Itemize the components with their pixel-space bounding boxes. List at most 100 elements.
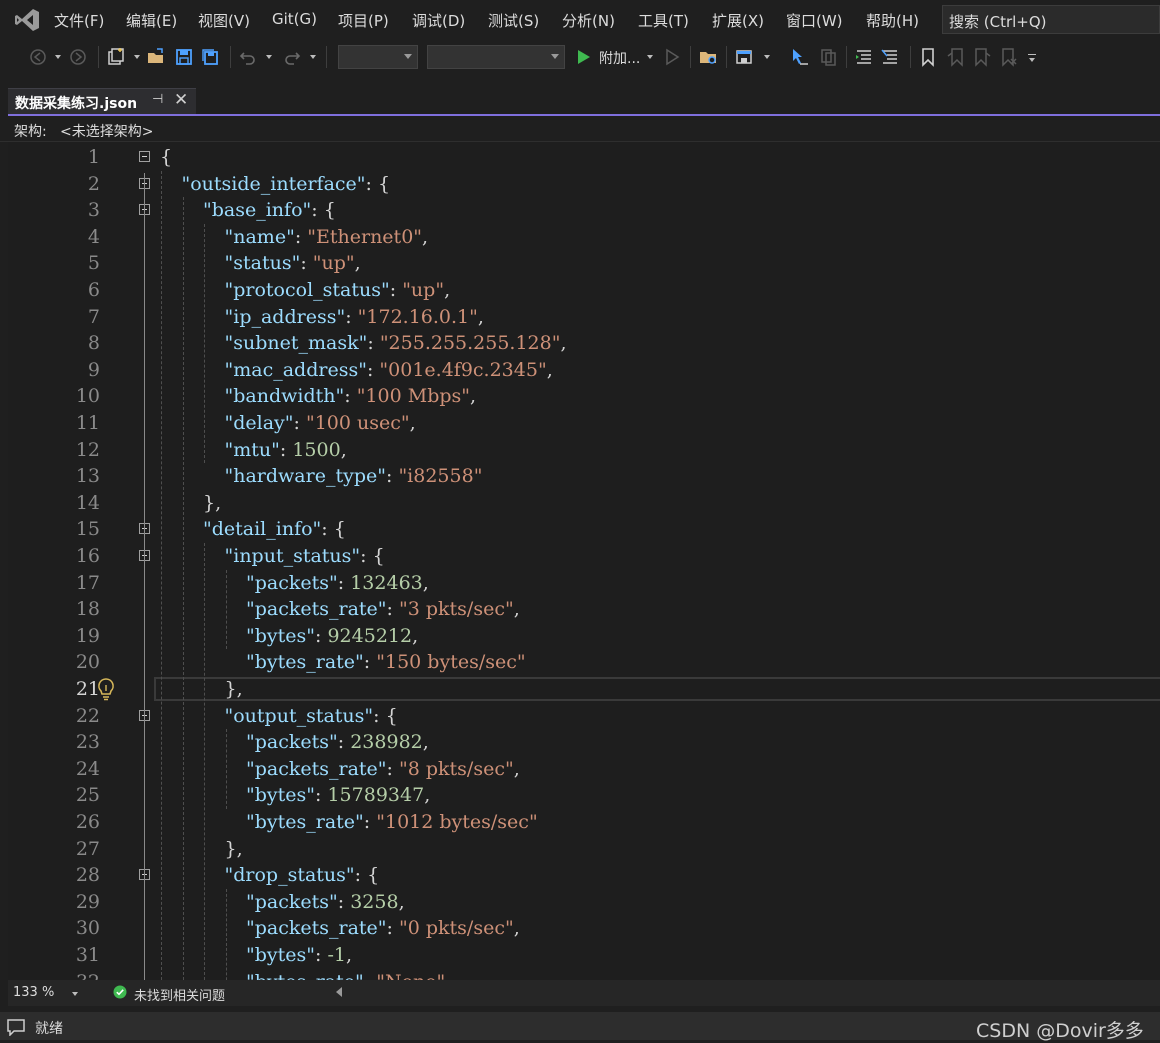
code-text: "delay": "100 usec", [225, 410, 416, 436]
pointer-tool-icon[interactable] [790, 47, 810, 67]
redo-icon[interactable] [282, 47, 302, 67]
attach-dropdown-icon[interactable] [647, 55, 653, 59]
code-line[interactable]: 23 "packets": 238982, [8, 729, 1160, 755]
code-line[interactable]: 27}, [8, 836, 1160, 862]
code-line[interactable]: 7 "ip_address": "172.16.0.1", [8, 304, 1160, 330]
menu-file[interactable]: 文件(F) [54, 10, 104, 31]
menu-extensions[interactable]: 扩展(X) [712, 10, 764, 31]
code-line[interactable]: 32 "bytes_rate": "None" [8, 969, 1160, 980]
uncomment-lines-icon[interactable] [880, 47, 900, 67]
code-line[interactable]: 19 "bytes": 9245212, [8, 623, 1160, 649]
undo-icon[interactable] [238, 47, 258, 67]
pin-icon[interactable]: ⊣ [152, 92, 163, 107]
toolbar-overflow-dropdown-icon[interactable] [1029, 58, 1035, 62]
indent-guide [204, 543, 205, 980]
json-key: "hardware_type" [224, 465, 386, 488]
lightbulb-icon[interactable] [96, 677, 116, 701]
code-line[interactable]: 24 "packets_rate": "8 pkts/sec", [8, 756, 1160, 782]
copy-tool-icon[interactable] [818, 47, 838, 67]
navigate-back-icon[interactable] [28, 47, 48, 67]
solution-platform-select[interactable] [427, 45, 565, 69]
bookmark-icon[interactable] [918, 47, 938, 67]
search-box[interactable]: 搜索 (Ctrl+Q) [942, 5, 1160, 34]
code-text: "packets": 238982, [246, 729, 429, 755]
clear-bookmarks-icon[interactable] [998, 47, 1018, 67]
code-line[interactable]: 10 "bandwidth": "100 Mbps", [8, 383, 1160, 409]
code-line[interactable]: 6 "protocol_status": "up", [8, 277, 1160, 303]
start-debug-icon[interactable] [574, 47, 594, 67]
tab-active-document[interactable]: 数据采集练习.json ⊣ ✕ [8, 88, 196, 114]
folder-browse-icon[interactable] [698, 47, 718, 67]
json-key: "ip_address" [224, 305, 346, 328]
json-number: 238982 [350, 731, 423, 754]
code-line[interactable]: 17 "packets": 132463, [8, 570, 1160, 596]
menu-analyze[interactable]: 分析(N) [562, 10, 615, 31]
code-line[interactable]: 29 "packets": 3258, [8, 889, 1160, 915]
save-all-icon[interactable] [200, 47, 220, 67]
code-editor[interactable]: 1{2 "outside_interface": {3 "base_info": {… [8, 142, 1160, 980]
menu-edit[interactable]: 编辑(E) [126, 10, 177, 31]
schema-select[interactable]: <未选择架构> [60, 121, 153, 141]
code-line[interactable]: 15 "detail_info": { [8, 516, 1160, 542]
previous-bookmark-icon[interactable] [946, 47, 966, 67]
comment-lines-icon[interactable] [854, 47, 874, 67]
menu-project[interactable]: 项目(P) [338, 10, 389, 31]
new-project-dropdown-icon[interactable] [134, 55, 140, 59]
start-without-debug-icon[interactable] [662, 47, 682, 67]
window-layout-dropdown-icon[interactable] [764, 55, 770, 59]
code-line[interactable]: 14}, [8, 490, 1160, 516]
code-line[interactable]: 4 "name": "Ethernet0", [8, 224, 1160, 250]
navigate-back-dropdown-icon[interactable] [55, 55, 61, 59]
code-line[interactable]: 26 "bytes_rate": "1012 bytes/sec" [8, 809, 1160, 835]
code-line[interactable]: 12 "mtu": 1500, [8, 437, 1160, 463]
code-line[interactable]: 20 "bytes_rate": "150 bytes/sec" [8, 649, 1160, 675]
code-line[interactable]: 18 "packets_rate": "3 pkts/sec", [8, 596, 1160, 622]
code-line[interactable]: 8 "subnet_mask": "255.255.255.128", [8, 330, 1160, 356]
code-line[interactable]: 9 "mac_address": "001e.4f9c.2345", [8, 357, 1160, 383]
close-icon[interactable]: ✕ [174, 90, 188, 110]
menu-help[interactable]: 帮助(H) [866, 10, 919, 31]
code-line[interactable]: 2 "outside_interface": { [8, 171, 1160, 197]
collapse-icon[interactable] [139, 151, 150, 162]
redo-dropdown-icon[interactable] [310, 55, 316, 59]
notification-icon[interactable] [6, 1018, 26, 1036]
toolbar-overflow-icon[interactable] [1028, 54, 1036, 55]
menu-debug[interactable]: 调试(D) [412, 10, 465, 31]
json-key: "mtu" [224, 438, 280, 461]
code-line[interactable]: 13 "hardware_type": "i82558" [8, 463, 1160, 489]
visual-studio-logo-icon[interactable] [14, 8, 40, 32]
json-string: "None" [376, 971, 445, 980]
zoom-select[interactable]: 133 % [8, 981, 88, 1005]
menu-test[interactable]: 测试(S) [488, 10, 539, 31]
code-line[interactable]: 28 "drop_status": { [8, 862, 1160, 888]
code-line[interactable]: 5 "status": "up", [8, 250, 1160, 276]
code-line[interactable]: 22 "output_status": { [8, 703, 1160, 729]
json-key: "bytes" [246, 784, 316, 807]
save-icon[interactable] [174, 47, 194, 67]
menu-git[interactable]: Git(G) [272, 10, 317, 28]
code-line[interactable]: 31 "bytes": -1, [8, 942, 1160, 968]
issues-status[interactable]: 未找到相关问题 [134, 985, 225, 1004]
json-key: "output_status" [224, 704, 374, 727]
window-layout-icon[interactable] [734, 47, 754, 67]
menu-tools[interactable]: 工具(T) [638, 10, 689, 31]
json-key: "bandwidth" [224, 385, 345, 408]
menu-view[interactable]: 视图(V) [198, 10, 250, 31]
navigate-forward-icon[interactable] [68, 47, 88, 67]
json-string: "100 Mbps" [356, 385, 471, 408]
code-line[interactable]: 1{ [8, 144, 1160, 170]
solution-configuration-select[interactable] [338, 45, 418, 69]
menu-window[interactable]: 窗口(W) [786, 10, 843, 31]
attach-button[interactable]: 附加... [599, 48, 640, 68]
code-line[interactable]: 30 "packets_rate": "0 pkts/sec", [8, 915, 1160, 941]
code-line[interactable]: 3 "base_info": { [8, 197, 1160, 223]
code-line[interactable]: 11 "delay": "100 usec", [8, 410, 1160, 436]
line-number: 29 [75, 890, 100, 913]
next-bookmark-icon[interactable] [972, 47, 992, 67]
code-line[interactable]: 25 "bytes": 15789347, [8, 782, 1160, 808]
scroll-left-icon[interactable] [336, 987, 342, 997]
new-project-icon[interactable] [106, 47, 126, 67]
code-line[interactable]: 16 "input_status": { [8, 543, 1160, 569]
undo-dropdown-icon[interactable] [266, 55, 272, 59]
open-file-icon[interactable] [146, 47, 166, 67]
